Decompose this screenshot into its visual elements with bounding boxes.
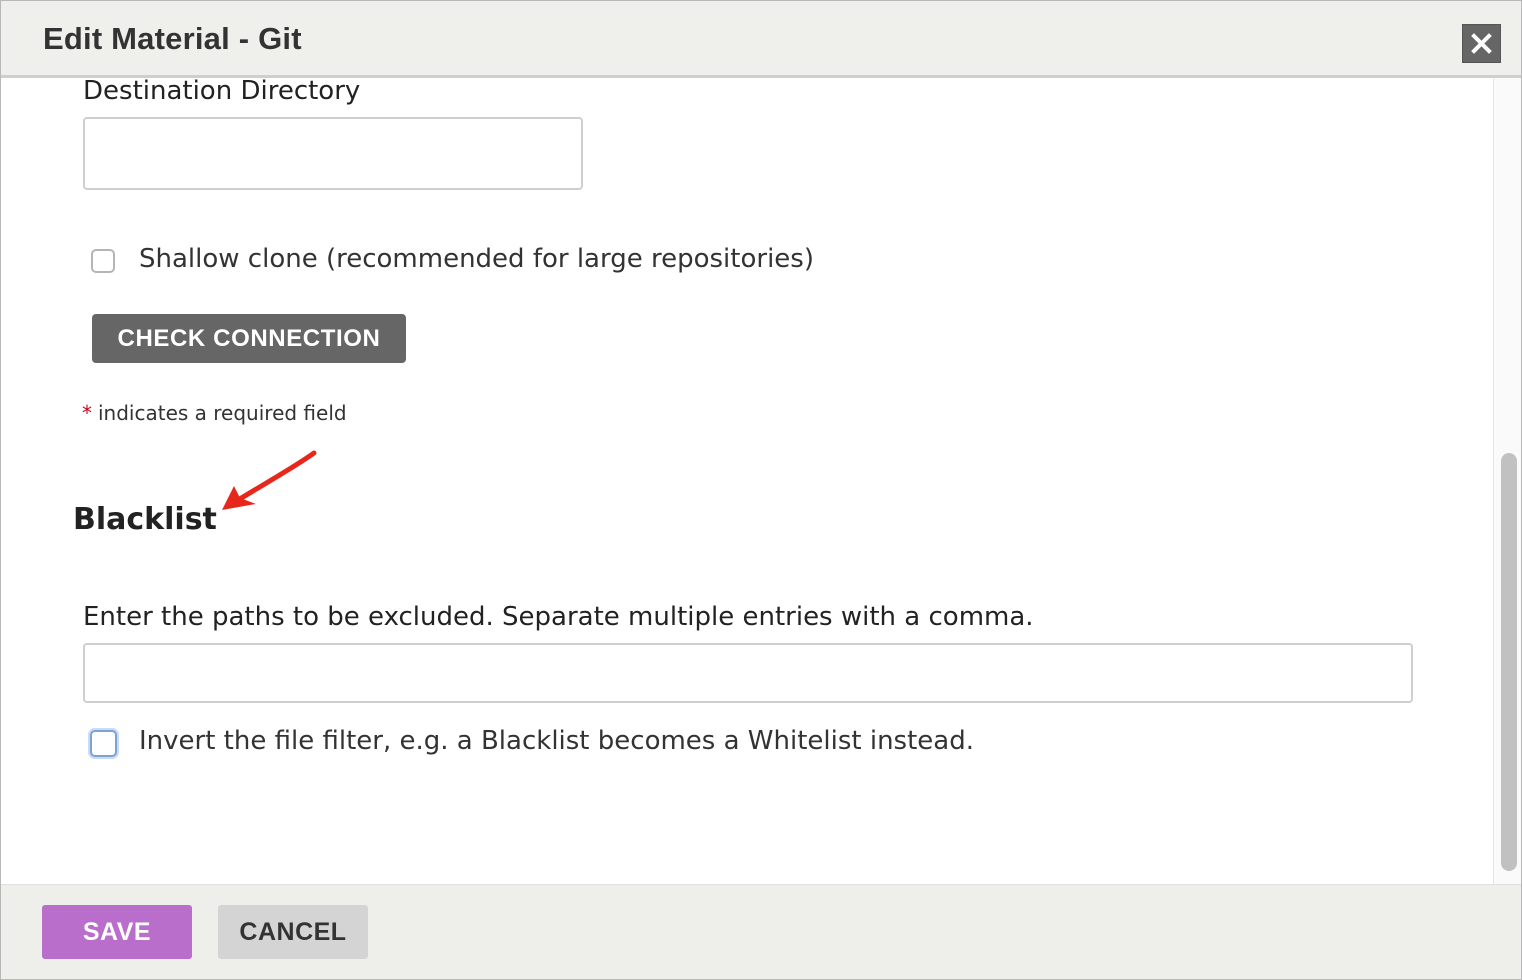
blacklist-heading: Blacklist	[73, 502, 217, 537]
dialog-footer: SAVE CANCEL	[1, 884, 1521, 979]
shallow-clone-checkbox[interactable]	[91, 249, 115, 273]
required-field-note: * indicates a required field	[82, 401, 347, 425]
close-icon	[1471, 33, 1492, 54]
edit-material-dialog: Edit Material - Git Destination Director…	[0, 0, 1522, 980]
required-star: *	[82, 401, 92, 425]
blacklist-paths-input[interactable]	[83, 643, 1413, 703]
save-button[interactable]: SAVE	[42, 905, 192, 959]
check-connection-button[interactable]: CHECK CONNECTION	[92, 314, 406, 363]
scrollbar-thumb[interactable]	[1501, 453, 1517, 871]
invert-filter-label: Invert the file filter, e.g. a Blacklist…	[139, 726, 974, 756]
cancel-button[interactable]: CANCEL	[218, 905, 368, 959]
invert-filter-checkbox[interactable]	[90, 730, 117, 757]
close-button[interactable]	[1462, 24, 1501, 63]
required-note-text: indicates a required field	[98, 401, 347, 425]
destination-directory-label: Destination Directory	[83, 78, 361, 106]
dialog-header: Edit Material - Git	[1, 1, 1521, 78]
destination-directory-input[interactable]	[83, 117, 583, 190]
red-arrow-annotation-icon	[222, 450, 317, 510]
blacklist-paths-label: Enter the paths to be excluded. Separate…	[83, 602, 1034, 632]
shallow-clone-label: Shallow clone (recommended for large rep…	[139, 244, 814, 274]
dialog-title: Edit Material - Git	[43, 21, 302, 56]
dialog-body: Destination Directory Shallow clone (rec…	[1, 78, 1491, 884]
